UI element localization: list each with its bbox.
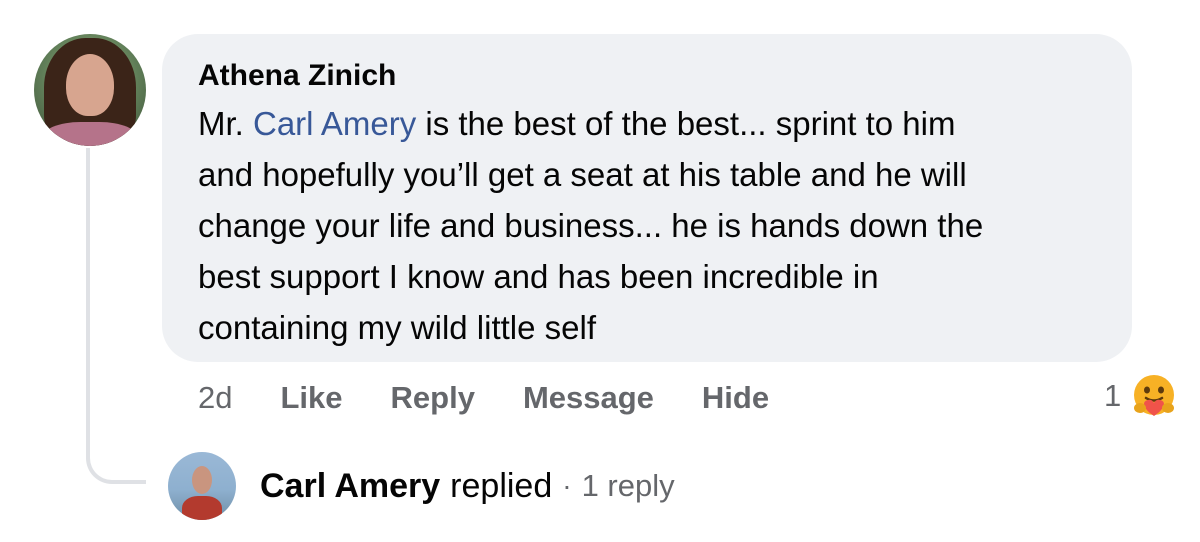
comment-line-1: is the best of the best... sprint to him <box>416 105 956 142</box>
replier-avatar[interactable] <box>168 452 236 520</box>
avatar-face <box>66 54 114 116</box>
replier-avatar-shirt <box>182 496 222 520</box>
view-replies-link[interactable]: Carl Amery replied · 1 reply <box>260 462 675 510</box>
comment-timestamp[interactable]: 2d <box>198 380 232 416</box>
reply-count: 1 reply <box>581 468 675 503</box>
comment-author[interactable]: Athena Zinich <box>198 54 1096 98</box>
comment-bubble: Athena Zinich Mr. Carl Amery is the best… <box>162 34 1132 362</box>
comment-line-2: and hopefully you’ll get a seat at his t… <box>198 156 967 193</box>
thread-connector-line <box>86 148 146 484</box>
like-button[interactable]: Like <box>280 380 342 416</box>
care-reaction-icon[interactable] <box>1128 370 1180 422</box>
reply-button[interactable]: Reply <box>391 380 475 416</box>
hide-button[interactable]: Hide <box>702 380 769 416</box>
commenter-avatar[interactable] <box>34 34 146 146</box>
replier-name: Carl Amery <box>260 466 441 505</box>
separator-dot: · <box>562 470 572 501</box>
comment-text: Mr. Carl Amery is the best of the best..… <box>198 98 1096 353</box>
replied-label: replied <box>450 466 553 505</box>
comment-text-prefix: Mr. <box>198 105 253 142</box>
comment-actions: 2d Like Reply Message Hide <box>198 376 769 420</box>
reaction-count[interactable]: 1 <box>1104 378 1121 414</box>
avatar-shirt <box>42 122 138 146</box>
mention-link[interactable]: Carl Amery <box>253 105 416 142</box>
message-button[interactable]: Message <box>523 380 654 416</box>
comment-line-3: change your life and business... he is h… <box>198 207 984 244</box>
comment-line-5: containing my wild little self <box>198 309 596 346</box>
replier-avatar-face <box>192 466 212 494</box>
comment-line-4: best support I know and has been incredi… <box>198 258 879 295</box>
